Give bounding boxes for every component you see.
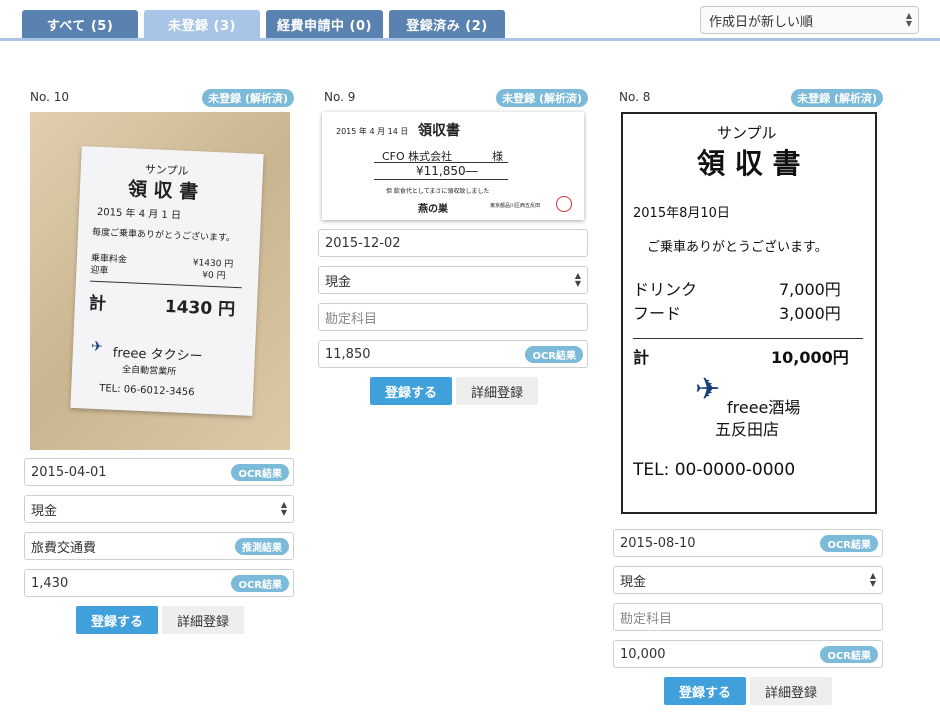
receipt-line: フード <box>633 304 682 323</box>
receipt-line: 五反田店 <box>715 420 780 439</box>
payment-value: 現金 <box>620 574 647 590</box>
receipt-image[interactable]: サンプル 領 収 書 2015 年 4 月 1 日 毎度ご乗車ありがとうございま… <box>30 112 290 450</box>
receipt-line: 毎度ご乗車ありがとうございます。 <box>91 227 236 244</box>
payment-select[interactable]: 現金 ▲ ▼ <box>613 566 883 594</box>
tab-expense-pending[interactable]: 経費申請中 (0) <box>266 10 383 38</box>
receipt-line: ドリンク <box>633 280 698 299</box>
date-field[interactable]: 2015-12-02 <box>318 229 588 257</box>
amount-field[interactable]: 11,850 OCR結果 <box>318 340 588 368</box>
amount-field[interactable]: 1,430 OCR結果 <box>24 569 294 597</box>
receipt-image[interactable]: サンプル 領 収 書 2015年8月10日 ご乗車ありがとうございます。 ドリン… <box>621 112 877 514</box>
guess-result-tag: 推測結果 <box>235 538 289 555</box>
ocr-result-tag: OCR結果 <box>820 535 878 552</box>
date-value: 2015-12-02 <box>325 235 401 251</box>
tab-all[interactable]: すべて (5) <box>22 10 138 38</box>
tab-registered[interactable]: 登録済み (2) <box>389 10 505 38</box>
payment-select[interactable]: 現金 ▲ ▼ <box>24 495 294 523</box>
freee-logo-icon: ✈ <box>90 338 104 356</box>
select-arrows-icon: ▲ ▼ <box>869 571 876 588</box>
seal-stamp-icon <box>556 196 572 212</box>
amount-value: 11,850 <box>325 346 371 362</box>
receipt-line: 7,000円 <box>779 280 841 299</box>
date-field[interactable]: 2015-08-10 OCR結果 <box>613 529 883 557</box>
receipt-line: 10,000円 <box>771 348 849 367</box>
receipt-line: 領 収 書 <box>127 178 199 204</box>
ocr-result-tag: OCR結果 <box>231 464 289 481</box>
receipt-line: 3,000円 <box>779 304 841 323</box>
register-button[interactable]: 登録する <box>76 606 158 634</box>
receipt-line: ¥11,850― <box>416 164 478 178</box>
receipt-divider <box>374 162 508 163</box>
select-arrows-icon: ▲ ▼ <box>905 11 912 28</box>
amount-field[interactable]: 10,000 OCR結果 <box>613 640 883 668</box>
amount-value: 1,430 <box>31 575 69 591</box>
receipt-line: 但 飲食代としてまさに領収致しました <box>386 188 490 195</box>
receipt-number: No. 8 <box>619 90 651 104</box>
receipt-card-8: No. 8 未登録 (解析済) サンプル 領 収 書 2015年8月10日 ご乗… <box>613 89 883 710</box>
status-badge: 未登録 (解析済) <box>791 89 883 107</box>
receipt-divider <box>633 338 863 339</box>
payment-select[interactable]: 現金 ▲ ▼ <box>318 266 588 294</box>
receipt-line: サンプル <box>717 124 777 142</box>
account-placeholder: 勘定科目 <box>620 611 673 627</box>
ocr-result-tag: OCR結果 <box>231 575 289 592</box>
receipt-line: 迎車 <box>90 265 109 277</box>
receipt-line: 領収書 <box>418 123 460 139</box>
receipt-number: No. 10 <box>30 90 70 104</box>
receipt-card-10: No. 10 未登録 (解析済) サンプル 領 収 書 2015 年 4 月 1… <box>24 89 294 650</box>
receipt-line: freee タクシー <box>112 345 203 365</box>
receipt-card-9: No. 9 未登録 (解析済) 2015 年 4 月 14 日 領収書 CFO … <box>318 89 588 410</box>
receipt-line: 東京都品川区西五反田 <box>490 203 541 209</box>
tab-unregistered[interactable]: 未登録 (3) <box>144 10 260 38</box>
payment-value: 現金 <box>325 274 352 290</box>
ocr-result-tag: OCR結果 <box>820 646 878 663</box>
account-field[interactable]: 旅費交通費 推測結果 <box>24 532 294 560</box>
receipt-line: 2015 年 4 月 14 日 <box>336 127 409 136</box>
receipt-line: 2015 年 4 月 1 日 <box>96 206 182 222</box>
select-arrows-icon: ▲ ▼ <box>280 500 287 517</box>
status-badge: 未登録 (解析済) <box>496 89 588 107</box>
date-field[interactable]: 2015-04-01 OCR結果 <box>24 458 294 486</box>
account-value: 旅費交通費 <box>31 540 97 556</box>
receipt-line: 計 <box>88 293 107 315</box>
receipt-line: 2015年8月10日 <box>633 206 730 221</box>
receipt-divider <box>374 179 508 180</box>
ocr-result-tag: OCR結果 <box>525 346 583 363</box>
receipt-line: 計 <box>633 348 650 367</box>
account-placeholder: 勘定科目 <box>325 311 378 327</box>
receipt-line: 全自動営業所 <box>121 365 177 378</box>
sort-select[interactable]: 作成日が新しい順 ▲ ▼ <box>700 6 919 34</box>
tab-underline <box>0 38 940 41</box>
register-button[interactable]: 登録する <box>370 377 452 405</box>
account-field[interactable]: 勘定科目 <box>613 603 883 631</box>
detail-register-button[interactable]: 詳細登録 <box>750 677 832 705</box>
freee-logo-icon: ✈ <box>695 372 721 407</box>
detail-register-button[interactable]: 詳細登録 <box>456 377 538 405</box>
receipt-divider <box>89 280 242 289</box>
receipt-line: 燕の巣 <box>418 204 448 215</box>
receipt-line: TEL: 06-6012-3456 <box>99 383 195 399</box>
receipt-image[interactable]: 2015 年 4 月 14 日 領収書 CFO 株式会社 様 ¥11,850― … <box>322 112 584 220</box>
receipt-line: freee酒場 <box>727 398 801 417</box>
register-button[interactable]: 登録する <box>664 677 746 705</box>
detail-register-button[interactable]: 詳細登録 <box>162 606 244 634</box>
receipt-line: 1430 円 <box>164 296 236 320</box>
date-value: 2015-08-10 <box>620 535 696 551</box>
receipt-line: 領 収 書 <box>697 147 801 180</box>
receipt-line: ¥0 円 <box>202 270 226 282</box>
date-value: 2015-04-01 <box>31 464 107 480</box>
receipt-line: ご乗車ありがとうございます。 <box>647 240 828 255</box>
receipt-paper: サンプル 領 収 書 2015 年 4 月 1 日 毎度ご乗車ありがとうございま… <box>70 146 264 416</box>
status-badge: 未登録 (解析済) <box>202 89 294 107</box>
receipt-line: TEL: 00-0000-0000 <box>633 460 796 480</box>
receipt-number: No. 9 <box>324 90 356 104</box>
sort-select-value: 作成日が新しい順 <box>709 14 814 30</box>
payment-value: 現金 <box>31 503 58 519</box>
select-arrows-icon: ▲ ▼ <box>574 271 581 288</box>
account-field[interactable]: 勘定科目 <box>318 303 588 331</box>
status-tabs: すべて (5) 未登録 (3) 経費申請中 (0) 登録済み (2) <box>22 10 505 38</box>
amount-value: 10,000 <box>620 646 666 662</box>
